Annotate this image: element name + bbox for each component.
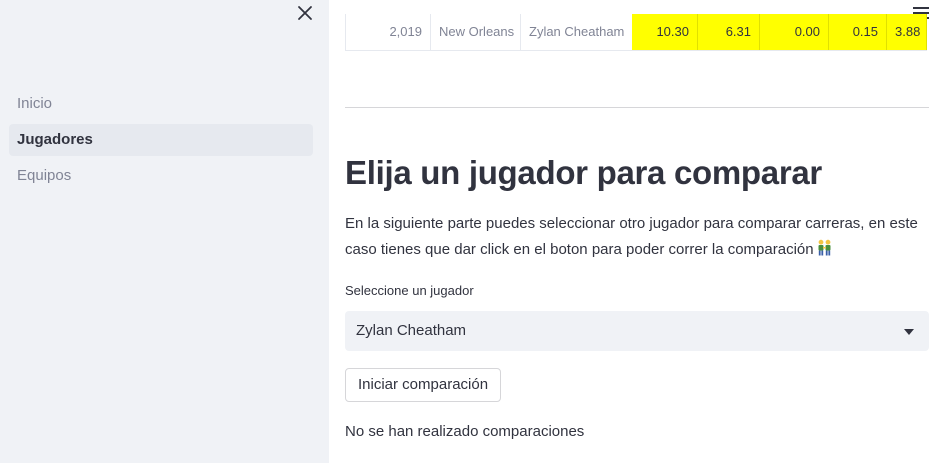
- cell-player: Zylan Cheatham: [529, 24, 625, 39]
- cell-value: 10.30: [632, 14, 698, 50]
- chevron-down-icon: [904, 329, 914, 335]
- sidebar-item-jugadores[interactable]: Jugadores: [9, 124, 313, 156]
- sidebar: Inicio Jugadores Equipos: [0, 0, 329, 463]
- main-content: 2,019 New Orleans Zylan Cheatham 10.30 6…: [345, 0, 929, 463]
- page-title: Elija un jugador para comparar: [345, 154, 822, 191]
- select-value: Zylan Cheatham: [356, 322, 467, 339]
- cell-value: 3.88: [887, 14, 927, 50]
- cell-value: 0.00: [760, 14, 829, 50]
- cell-value: 6.31: [698, 14, 760, 50]
- player-select[interactable]: Zylan Cheatham: [345, 311, 929, 351]
- start-comparison-button[interactable]: Iniciar comparación: [345, 368, 502, 402]
- select-label: Seleccione un jugador: [345, 283, 474, 298]
- sidebar-item-equipos[interactable]: Equipos: [9, 160, 313, 192]
- description: En la siguiente parte puedes seleccionar…: [345, 211, 929, 263]
- sidebar-nav: Inicio Jugadores Equipos: [9, 88, 313, 196]
- cell-value: 0.15: [829, 14, 887, 50]
- row-index: 2,019: [346, 14, 431, 50]
- people-holding-hands-icon: [818, 239, 831, 256]
- status-text: No se han realizado comparaciones: [345, 423, 585, 440]
- cell-team: New Orleans: [431, 14, 521, 50]
- sidebar-item-inicio[interactable]: Inicio: [9, 88, 313, 120]
- data-table[interactable]: 2,019 New Orleans Zylan Cheatham 10.30 6…: [345, 0, 929, 52]
- table-row: 2,019 New Orleans Zylan Cheatham 10.30 6…: [345, 14, 927, 51]
- close-icon[interactable]: [296, 4, 314, 22]
- divider: [345, 107, 929, 108]
